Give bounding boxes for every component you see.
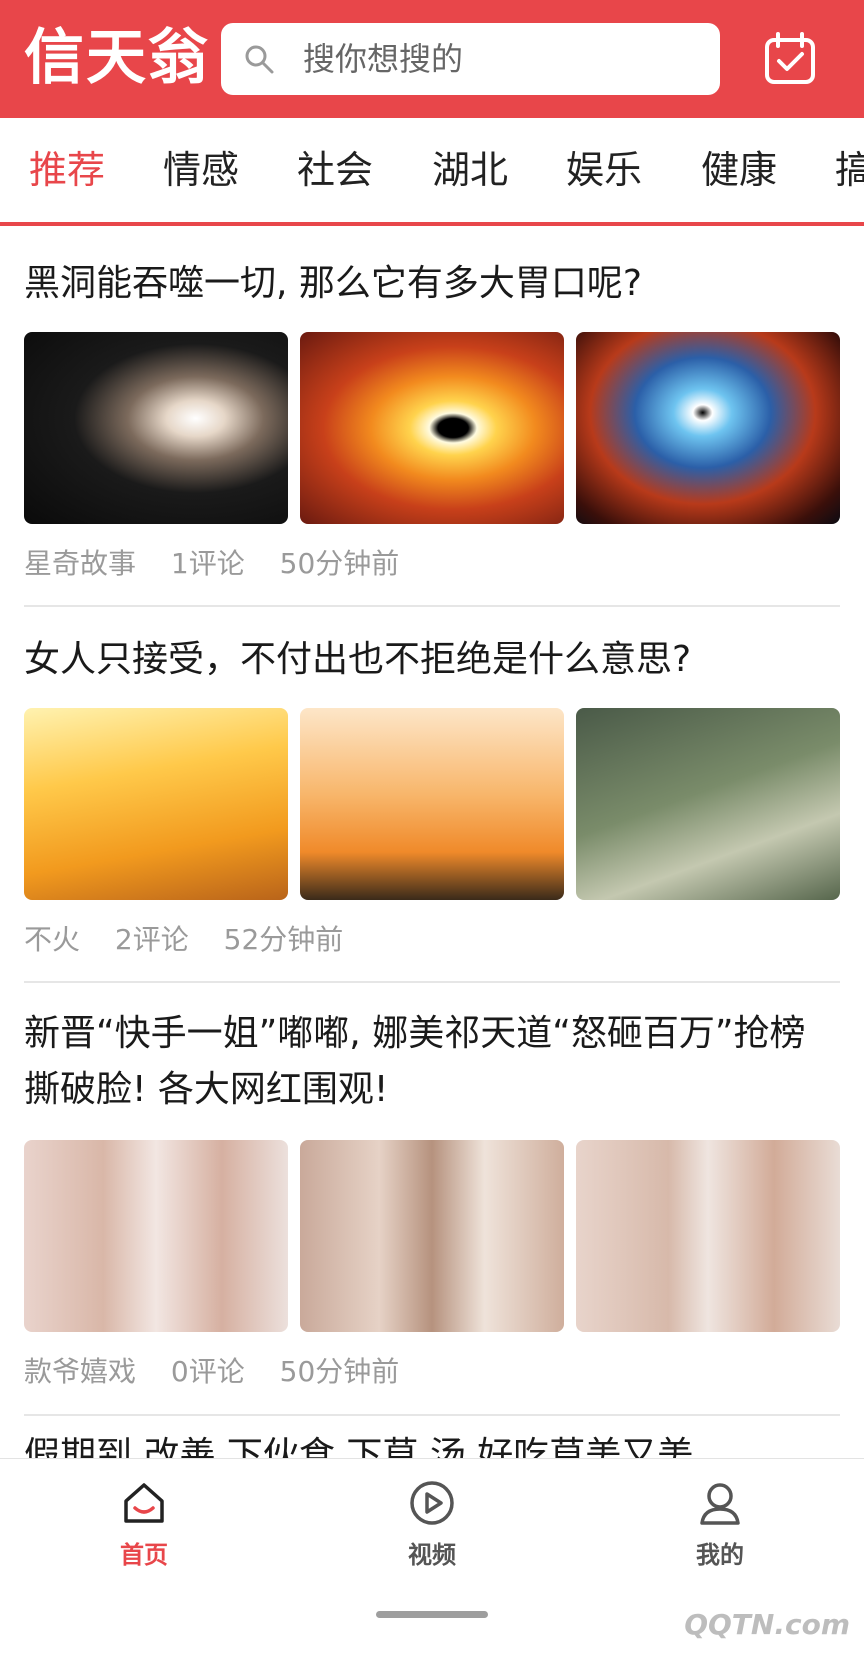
- tab-emotion[interactable]: 情感: [163, 118, 239, 222]
- watermark: QQTN.com: [684, 1608, 850, 1641]
- article-title: 女人只接受，不付出也不拒绝是什么意思?: [24, 639, 692, 680]
- nav-home[interactable]: 首页: [84, 1479, 204, 1570]
- profile-icon: [700, 1483, 740, 1525]
- article-images: [24, 332, 840, 524]
- article-meta: 星奇故事 1评论 50分钟前: [24, 542, 425, 582]
- app-header: 信天翁 搜你想搜的: [0, 0, 864, 118]
- article-source: 星奇故事: [24, 547, 137, 580]
- livestream-screenshot-image: [300, 1140, 564, 1332]
- search-placeholder: 搜你想搜的: [303, 40, 464, 78]
- article-source: 不火: [24, 923, 81, 956]
- livestream-screenshot-image: [24, 1140, 288, 1332]
- black-hole-image: [24, 332, 288, 524]
- article-title: 新晋“快手一姐”嘟嘟, 娜美祁天道“怒砸百万”抢榜撕破脸! 各大网红围观!: [24, 1013, 806, 1110]
- video-icon: [410, 1481, 454, 1525]
- nav-label: 首页: [120, 1541, 168, 1569]
- black-hole-image: [300, 332, 564, 524]
- nav-video[interactable]: 视频: [372, 1479, 492, 1570]
- article-card[interactable]: 黑洞能吞噬一切, 那么它有多大胃口呢? 星奇故事 1评论 50分钟前: [24, 256, 840, 580]
- tab-society[interactable]: 社会: [297, 118, 373, 222]
- article-card[interactable]: 新晋“快手一姐”嘟嘟, 娜美祁天道“怒砸百万”抢榜撕破脸! 各大网红围观! 款爷…: [24, 1006, 840, 1388]
- holding-hands-image: [576, 708, 840, 900]
- article-comments: 1评论: [170, 547, 245, 580]
- category-tabs: 推荐 情感 社会 湖北 娱乐 健康 搞: [0, 118, 864, 226]
- article-time: 52分钟前: [223, 923, 344, 956]
- divider: [24, 981, 840, 983]
- article-comments: 0评论: [170, 1355, 245, 1388]
- article-images: [24, 1140, 840, 1332]
- tab-funny[interactable]: 搞: [835, 118, 864, 222]
- divider: [24, 605, 840, 607]
- nav-label: 视频: [408, 1541, 456, 1569]
- tab-recommend[interactable]: 推荐: [29, 118, 105, 222]
- article-images: [24, 708, 840, 900]
- divider: [24, 1414, 840, 1416]
- livestream-screenshot-image: [576, 1140, 840, 1332]
- couple-sunset-image: [24, 708, 288, 900]
- home-indicator[interactable]: [376, 1611, 488, 1618]
- article-meta: 不火 2评论 52分钟前: [24, 918, 369, 958]
- app-logo: 信天翁: [24, 23, 210, 93]
- tab-health[interactable]: 健康: [701, 118, 777, 222]
- article-time: 50分钟前: [279, 547, 400, 580]
- black-hole-image: [576, 332, 840, 524]
- search-icon: [245, 45, 274, 74]
- calendar-check-icon[interactable]: [762, 30, 818, 86]
- search-box[interactable]: 搜你想搜的: [221, 23, 720, 95]
- tab-hubei[interactable]: 湖北: [432, 118, 508, 222]
- tab-entertainment[interactable]: 娱乐: [566, 118, 642, 222]
- article-card[interactable]: 女人只接受，不付出也不拒绝是什么意思? 不火 2评论 52分钟前: [24, 632, 840, 956]
- article-meta: 款爷嬉戏 0评论 50分钟前: [24, 1350, 425, 1390]
- article-comments: 2评论: [114, 923, 189, 956]
- home-icon: [124, 1483, 164, 1523]
- article-time: 50分钟前: [279, 1355, 400, 1388]
- nav-profile[interactable]: 我的: [660, 1479, 780, 1570]
- article-source: 款爷嬉戏: [24, 1355, 137, 1388]
- nav-label: 我的: [696, 1541, 744, 1569]
- couple-sunset-image: [300, 708, 564, 900]
- article-title: 黑洞能吞噬一切, 那么它有多大胃口呢?: [24, 263, 642, 304]
